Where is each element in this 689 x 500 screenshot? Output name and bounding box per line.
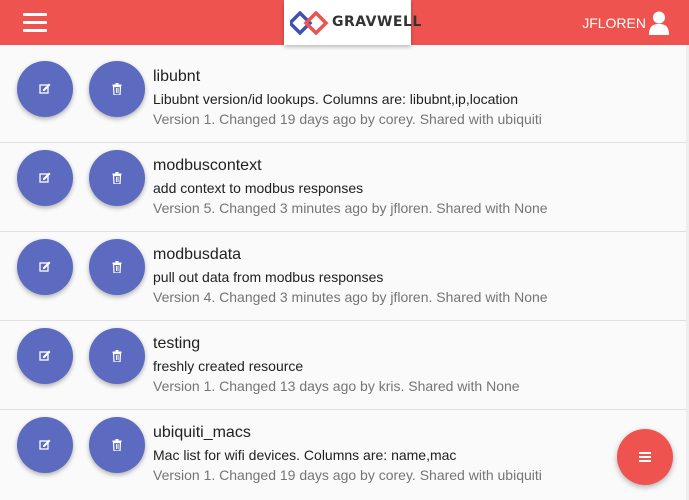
edit-icon <box>39 350 51 361</box>
resource-row: modbuscontext add context to modbus resp… <box>0 143 686 232</box>
delete-button[interactable] <box>89 417 145 473</box>
edit-icon <box>39 439 51 450</box>
edit-button[interactable] <box>17 417 73 473</box>
user-menu[interactable]: JFLOREN <box>582 10 669 36</box>
resource-name[interactable]: modbusdata <box>153 246 241 264</box>
user-icon <box>649 11 669 35</box>
edit-button[interactable] <box>17 150 73 206</box>
resource-meta: Version 5. Changed 3 minutes ago by jflo… <box>153 200 548 216</box>
edit-icon <box>39 83 51 94</box>
gravwell-logo-icon <box>290 11 329 35</box>
resource-description: add context to modbus responses <box>153 180 364 196</box>
resource-meta: Version 4. Changed 3 minutes ago by jflo… <box>153 289 548 305</box>
edit-button[interactable] <box>17 61 73 117</box>
delete-button[interactable] <box>89 239 145 295</box>
trash-icon <box>112 439 122 451</box>
resource-description: Libubnt version/id lookups. Columns are:… <box>153 91 518 107</box>
trash-icon <box>112 83 122 95</box>
resource-meta: Version 1. Changed 19 days ago by corey.… <box>153 111 542 127</box>
resource-row: libubnt Libubnt version/id lookups. Colu… <box>0 54 686 143</box>
delete-button[interactable] <box>89 328 145 384</box>
trash-icon <box>112 172 122 184</box>
resource-description: pull out data from modbus responses <box>153 269 384 285</box>
resource-row: ubiquiti_macs Mac list for wifi devices.… <box>0 410 686 498</box>
username-label: JFLOREN <box>582 15 646 31</box>
brand-name: GRAVWELL <box>332 14 422 30</box>
edit-icon <box>39 172 51 183</box>
resource-description: Mac list for wifi devices. Columns are: … <box>153 447 457 463</box>
edit-button[interactable] <box>17 239 73 295</box>
delete-button[interactable] <box>89 150 145 206</box>
resource-list: libubnt Libubnt version/id lookups. Colu… <box>0 54 686 498</box>
resource-row: modbusdata pull out data from modbus res… <box>0 232 686 321</box>
resource-name[interactable]: modbuscontext <box>153 157 262 175</box>
resource-name[interactable]: libubnt <box>153 68 200 86</box>
resource-description: freshly created resource <box>153 358 304 374</box>
resource-meta: Version 1. Changed 19 days ago by corey.… <box>153 467 542 483</box>
resource-name[interactable]: testing <box>153 335 200 353</box>
menu-icon <box>639 452 651 462</box>
edit-icon <box>39 261 51 272</box>
top-app-bar: GRAVWELL JFLOREN <box>0 0 689 45</box>
resource-name[interactable]: ubiquiti_macs <box>153 424 251 442</box>
brand-logo[interactable]: GRAVWELL <box>284 0 421 45</box>
trash-icon <box>112 261 122 273</box>
trash-icon <box>112 350 122 362</box>
resource-row: testing freshly created resource Version… <box>0 321 686 410</box>
menu-fab-button[interactable] <box>617 429 673 485</box>
delete-button[interactable] <box>89 61 145 117</box>
resource-meta: Version 1. Changed 13 days ago by kris. … <box>153 378 520 394</box>
hamburger-icon[interactable] <box>23 13 47 33</box>
edit-button[interactable] <box>17 328 73 384</box>
